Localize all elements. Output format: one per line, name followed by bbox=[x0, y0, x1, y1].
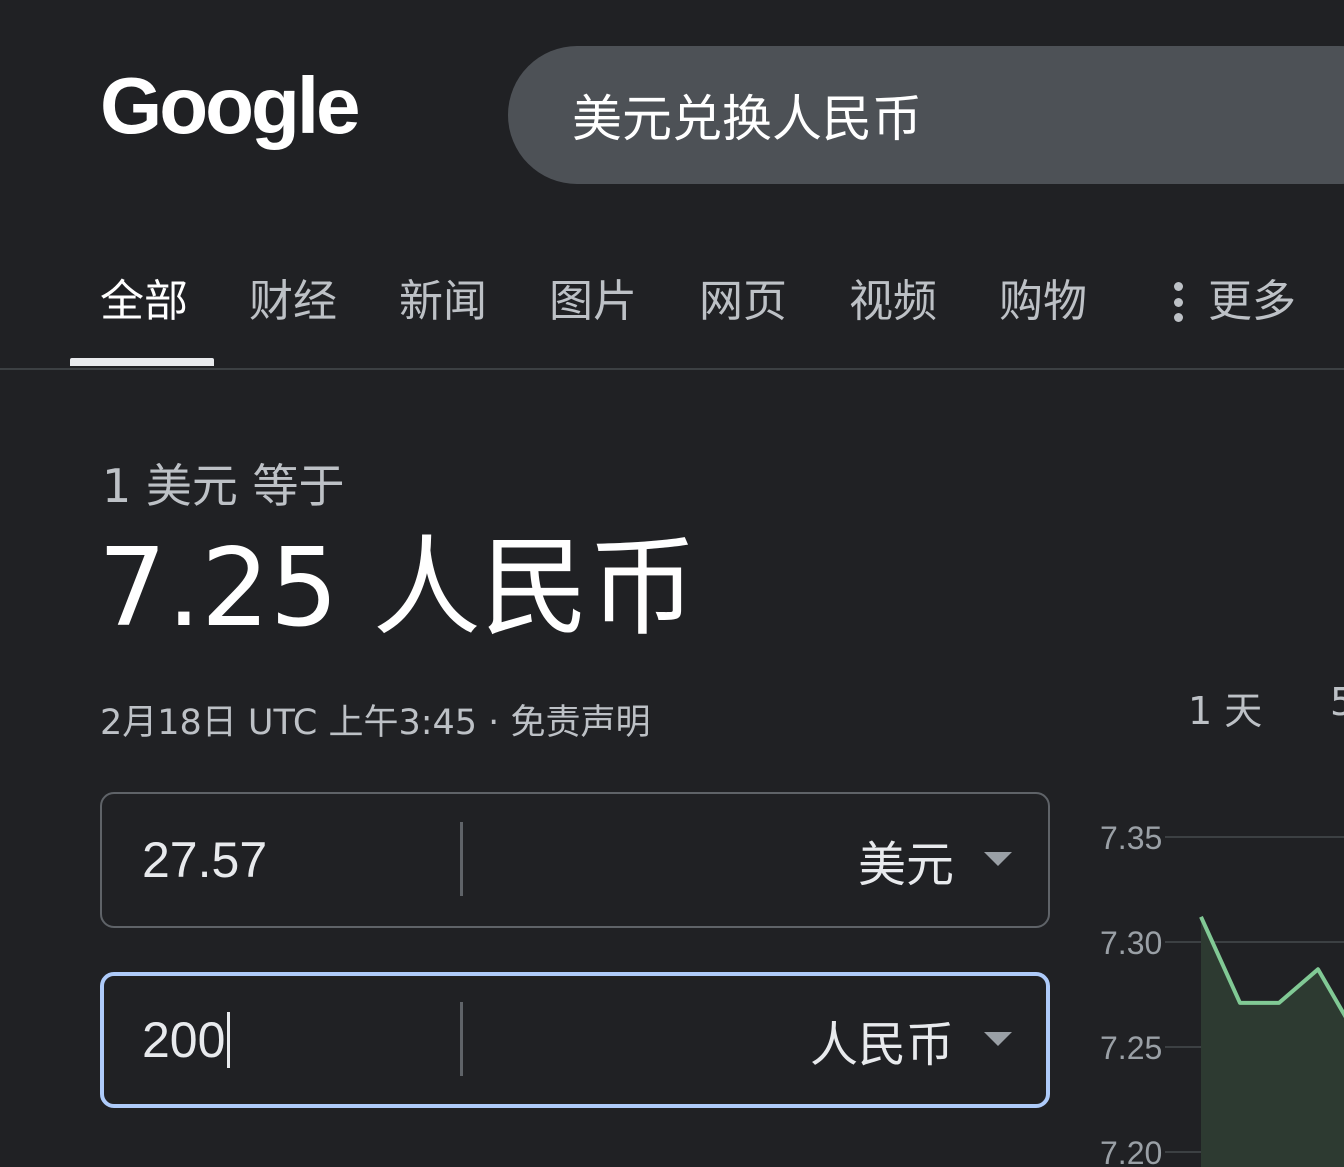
row-divider bbox=[460, 1002, 463, 1076]
currency-from-select[interactable]: 美元 bbox=[858, 794, 954, 926]
tab-web[interactable]: 网页 bbox=[699, 280, 787, 324]
active-tab-indicator bbox=[70, 358, 214, 366]
result-meta: 2月18日 UTC 上午3:45 · 免责声明 bbox=[100, 694, 650, 745]
text-caret bbox=[227, 1012, 231, 1068]
chart-area bbox=[1201, 916, 1344, 1167]
currency-to-select[interactable]: 人民币 bbox=[810, 976, 954, 1104]
y-tick-label: 7.20 bbox=[1100, 1135, 1162, 1167]
google-logo[interactable]: Google bbox=[100, 66, 361, 146]
amount-from-input[interactable]: 27.57 bbox=[142, 794, 267, 926]
equals-label: 1 美元 等于 bbox=[102, 459, 345, 513]
dropdown-arrow-icon[interactable] bbox=[984, 852, 1012, 866]
tab-images[interactable]: 图片 bbox=[549, 280, 637, 324]
search-tabs: 全部 财经 新闻 图片 网页 视频 购物 更多 bbox=[0, 260, 1344, 370]
amount-to-value: 200 bbox=[142, 1012, 226, 1068]
timestamp: 2月18日 UTC 上午3:45 bbox=[100, 703, 478, 743]
chart-y-axis: 7.35 7.30 7.25 7.20 bbox=[1100, 820, 1162, 1167]
disclaimer-link[interactable]: 免责声明 bbox=[510, 703, 650, 743]
conversion-result: 7.25 人民币 bbox=[98, 526, 697, 651]
search-input[interactable] bbox=[570, 85, 1274, 145]
tab-all[interactable]: 全部 bbox=[100, 280, 188, 324]
tab-videos[interactable]: 视频 bbox=[849, 280, 937, 324]
range-5-day[interactable]: 5 bbox=[1330, 680, 1344, 724]
currency-to-row: 200 人民币 bbox=[100, 972, 1050, 1108]
tab-more[interactable]: 更多 bbox=[1208, 280, 1296, 324]
y-tick-label: 7.35 bbox=[1100, 820, 1162, 856]
tab-finance[interactable]: 财经 bbox=[249, 280, 337, 324]
page: Google 全部 财经 新闻 图片 网页 视频 购物 更多 1 美元 等于 7… bbox=[0, 0, 1344, 1167]
y-tick-label: 7.30 bbox=[1100, 925, 1162, 961]
search-box[interactable] bbox=[508, 46, 1344, 184]
tab-shopping[interactable]: 购物 bbox=[999, 280, 1087, 324]
row-divider bbox=[460, 822, 463, 896]
dropdown-arrow-icon[interactable] bbox=[984, 1032, 1012, 1046]
amount-to-input[interactable]: 200 bbox=[142, 976, 231, 1104]
more-vert-icon[interactable] bbox=[1172, 282, 1184, 322]
area-fill bbox=[1201, 916, 1344, 1167]
meta-separator: · bbox=[477, 703, 511, 743]
amount-from-value: 27.57 bbox=[142, 832, 268, 888]
exchange-rate-chart: 7.35 7.30 7.25 7.20 bbox=[1100, 820, 1344, 1167]
tab-news[interactable]: 新闻 bbox=[399, 280, 487, 324]
currency-from-row: 27.57 美元 bbox=[100, 792, 1050, 928]
y-tick-label: 7.25 bbox=[1100, 1030, 1162, 1066]
range-1-day[interactable]: 1 天 bbox=[1188, 680, 1262, 735]
